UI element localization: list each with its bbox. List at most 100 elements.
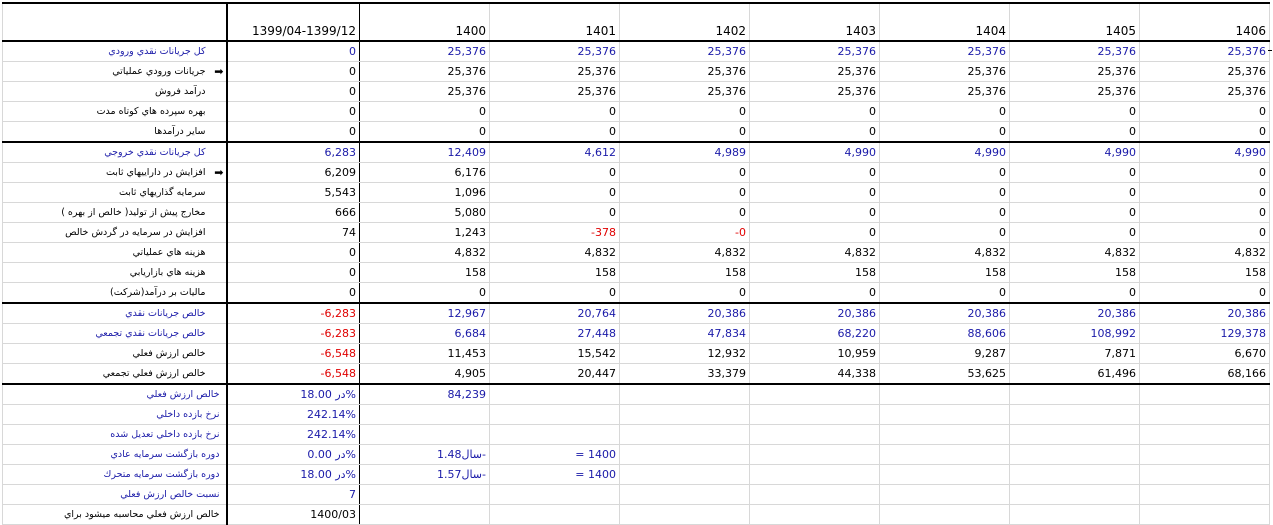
arrow-right-icon[interactable]: ➡ (214, 65, 223, 78)
value-cell[interactable]: 0 (359, 282, 490, 304)
value-cell[interactable]: 10,959 (749, 343, 880, 364)
empty-cell[interactable] (1139, 404, 1270, 425)
value-cell[interactable]: 0 (879, 222, 1010, 243)
empty-cell[interactable] (619, 424, 750, 445)
year-header[interactable]: 1403 (749, 2, 880, 42)
year-header[interactable]: 1404 (879, 2, 1010, 42)
value-cell[interactable]: 25,376 (489, 40, 620, 62)
empty-cell[interactable] (1009, 484, 1140, 505)
summary-value-3[interactable] (489, 424, 620, 445)
value-cell[interactable]: 4,989 (619, 141, 750, 163)
empty-cell[interactable] (749, 484, 880, 505)
value-cell[interactable]: 25,376 (879, 81, 1010, 102)
empty-cell[interactable] (619, 444, 750, 465)
value-cell[interactable]: 4,832 (749, 242, 880, 263)
value-cell[interactable]: 25,376 (749, 81, 880, 102)
row-label-cell[interactable]: درآمد فروش (2, 81, 228, 102)
empty-cell[interactable] (749, 444, 880, 465)
year-header[interactable]: 1406 (1139, 2, 1270, 42)
summary-value-3[interactable] (489, 484, 620, 505)
empty-cell[interactable] (879, 383, 1010, 405)
row-label-cell[interactable]: خالص ارزش فعلي (2, 343, 228, 364)
value-cell[interactable]: 74 (226, 222, 360, 243)
empty-cell[interactable] (1009, 424, 1140, 445)
value-cell[interactable]: 25,376 (1139, 81, 1270, 102)
value-cell[interactable]: 0 (879, 282, 1010, 304)
value-cell[interactable]: 0 (489, 182, 620, 203)
value-cell[interactable]: 68,166 (1139, 363, 1270, 385)
value-cell[interactable]: 4,832 (619, 242, 750, 263)
value-cell[interactable]: 0 (226, 282, 360, 304)
summary-value-2[interactable]: 1.57سال- (359, 464, 490, 485)
value-cell[interactable]: -6,283 (226, 302, 360, 324)
year-header[interactable]: 1402 (619, 2, 750, 42)
value-cell[interactable]: 4,990 (749, 141, 880, 163)
empty-cell[interactable] (879, 424, 1010, 445)
value-cell[interactable]: 0 (749, 202, 880, 223)
empty-cell[interactable] (1009, 444, 1140, 465)
value-cell[interactable]: 158 (489, 262, 620, 283)
summary-value-2[interactable] (359, 424, 490, 445)
empty-cell[interactable] (879, 484, 1010, 505)
value-cell[interactable]: 4,905 (359, 363, 490, 385)
value-cell[interactable]: 0 (749, 121, 880, 143)
value-cell[interactable]: 0 (1139, 121, 1270, 143)
year-header[interactable]: 1399/04-1399/12 (226, 2, 360, 42)
empty-cell[interactable] (1139, 464, 1270, 485)
value-cell[interactable]: 0 (1139, 182, 1270, 203)
value-cell[interactable]: 0 (879, 162, 1010, 183)
summary-value[interactable]: 242.14% (226, 404, 360, 425)
value-cell[interactable]: 0 (226, 121, 360, 143)
value-cell[interactable]: 0 (489, 121, 620, 143)
value-cell[interactable]: 4,990 (1139, 141, 1270, 163)
value-cell[interactable]: 25,376 (489, 61, 620, 82)
value-cell[interactable]: 1,096 (359, 182, 490, 203)
summary-value-3[interactable] (489, 383, 620, 405)
value-cell[interactable]: 0 (1139, 101, 1270, 122)
row-label-cell[interactable]: خالص جريانات نقدي تجمعي (2, 323, 228, 344)
empty-cell[interactable] (619, 464, 750, 485)
value-cell[interactable]: 0 (226, 242, 360, 263)
value-cell[interactable]: 4,832 (1139, 242, 1270, 263)
value-cell[interactable]: 158 (619, 262, 750, 283)
value-cell[interactable]: 0 (1139, 282, 1270, 304)
value-cell[interactable]: 25,376 (749, 61, 880, 82)
value-cell[interactable]: 4,832 (1009, 242, 1140, 263)
value-cell[interactable]: 0 (619, 282, 750, 304)
empty-cell[interactable] (1009, 404, 1140, 425)
value-cell[interactable]: 5,080 (359, 202, 490, 223)
value-cell[interactable]: 0 (749, 182, 880, 203)
value-cell[interactable]: 25,376 (619, 61, 750, 82)
summary-label[interactable]: دوره بازگشت سرمايه عادي (2, 444, 228, 465)
summary-value-2[interactable] (359, 484, 490, 505)
value-cell[interactable]: 6,283 (226, 141, 360, 163)
value-cell[interactable]: 11,453 (359, 343, 490, 364)
row-label-cell[interactable]: مخارج پيش از توليد( خالص از بهره ) (2, 202, 228, 223)
value-cell[interactable]: 0 (879, 101, 1010, 122)
empty-cell[interactable] (1139, 484, 1270, 505)
value-cell[interactable]: 0 (619, 202, 750, 223)
value-cell[interactable]: 12,932 (619, 343, 750, 364)
value-cell[interactable]: 47,834 (619, 323, 750, 344)
value-cell[interactable]: 0 (749, 282, 880, 304)
value-cell[interactable]: 4,832 (359, 242, 490, 263)
empty-cell[interactable] (619, 404, 750, 425)
value-cell[interactable]: 20,764 (489, 302, 620, 324)
summary-value-3[interactable] (489, 404, 620, 425)
summary-value-2[interactable]: 1.48سال- (359, 444, 490, 465)
summary-label[interactable]: نرخ بازده داخلي (2, 404, 228, 425)
row-label-cell[interactable]: افزايش در سرمايه در گردش خالص (2, 222, 228, 243)
value-cell[interactable]: 0 (1009, 101, 1140, 122)
value-cell[interactable]: 61,496 (1009, 363, 1140, 385)
value-cell[interactable]: 158 (1009, 262, 1140, 283)
year-header[interactable]: 1405 (1009, 2, 1140, 42)
summary-value-2[interactable] (359, 404, 490, 425)
value-cell[interactable]: 0 (489, 202, 620, 223)
row-label-cell[interactable]: خالص جريانات نقدي (2, 302, 228, 324)
value-cell[interactable]: -6,548 (226, 343, 360, 364)
value-cell[interactable]: 0 (879, 121, 1010, 143)
value-cell[interactable]: 1,243 (359, 222, 490, 243)
value-cell[interactable]: 20,447 (489, 363, 620, 385)
value-cell[interactable]: -6,548 (226, 363, 360, 385)
value-cell[interactable]: 7,871 (1009, 343, 1140, 364)
